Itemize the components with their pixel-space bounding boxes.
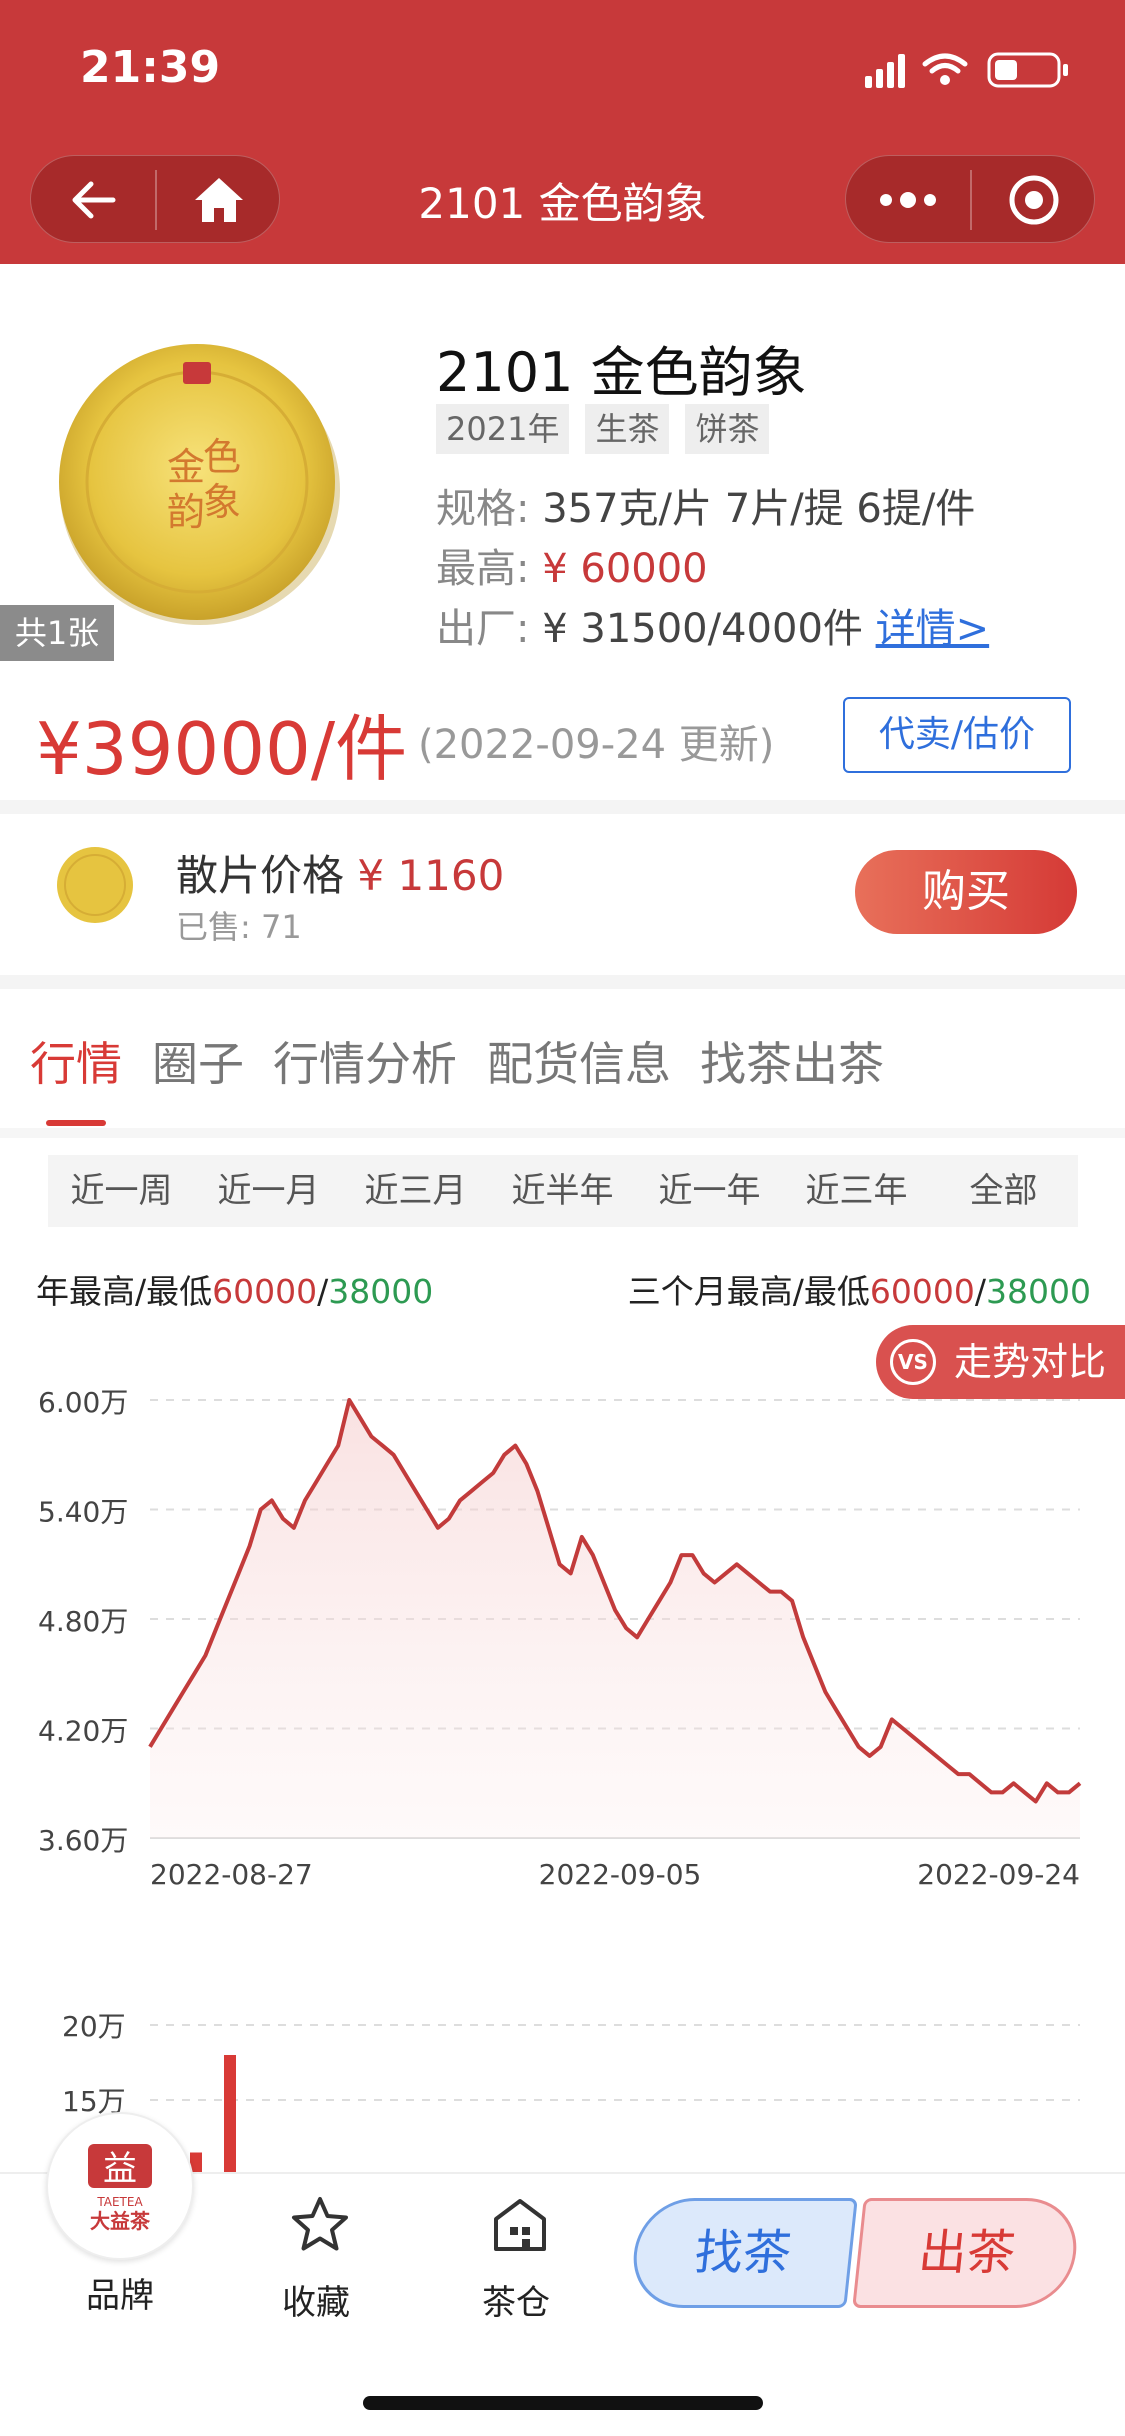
x-tick-label: 2022-08-27 (150, 1858, 313, 1891)
find-tea-button[interactable]: 找茶 (628, 2198, 858, 2308)
status-time: 21:39 (80, 42, 221, 93)
home-indicator (363, 2396, 763, 2410)
factory-price-line: 出厂: ¥ 31500/4000件 详情> (436, 596, 989, 654)
range-year[interactable]: 近一年 (636, 1155, 783, 1227)
range-three-years[interactable]: 近三年 (783, 1155, 930, 1227)
product-image[interactable]: 金 色 韵 象 (55, 340, 345, 630)
range-month[interactable]: 近一月 (195, 1155, 342, 1227)
tab-analysis[interactable]: 行情分析 (273, 1028, 457, 1094)
warehouse-label: 茶仓 (482, 2283, 550, 2323)
product-tags: 2021年 生茶 饼茶 (436, 404, 770, 454)
tag-year: 2021年 (436, 404, 570, 454)
consign-estimate-button[interactable]: 代卖/估价 (843, 697, 1071, 773)
three-month-high: 60000 (869, 1272, 975, 1311)
volume-bar (224, 2055, 236, 2175)
trend-compare-button[interactable]: VS 走势对比 (876, 1325, 1125, 1399)
x-tick-label: 2022-09-05 (539, 1858, 702, 1891)
factory-label: 出厂: (436, 606, 530, 652)
spec-label: 规格: (436, 486, 530, 532)
buy-button[interactable]: 购买 (855, 850, 1077, 934)
nav-capsule-right (845, 155, 1095, 243)
time-range-selector: 近一周 近一月 近三月 近半年 近一年 近三年 全部 (48, 1155, 1078, 1227)
y-tick-label: 5.40万 (38, 1496, 128, 1529)
year-label: 年最高/最低 (36, 1272, 213, 1311)
y-tick-label: 3.60万 (38, 1824, 128, 1857)
svg-text:益: 益 (103, 2149, 137, 2189)
price-trend-chart[interactable]: 6.00万 5.40万 4.80万 4.20万 3.60万 2022-08-27 2022-… (0, 1360, 1125, 1900)
svg-text:大益茶: 大益茶 (90, 2209, 151, 2233)
y-tick-label: 20万 (62, 2010, 126, 2043)
tab-allocation[interactable]: 配货信息 (487, 1028, 671, 1094)
details-link[interactable]: 详情> (876, 606, 990, 652)
favorite-label: 收藏 (282, 2283, 350, 2323)
range-half-year[interactable]: 近半年 (489, 1155, 636, 1227)
product-title: 2101 金色韵象 (436, 341, 807, 404)
svg-text:象: 象 (203, 480, 241, 524)
range-three-months[interactable]: 近三月 (342, 1155, 489, 1227)
y-tick-label: 4.20万 (38, 1715, 128, 1748)
status-icons (865, 52, 1068, 88)
battery-icon (987, 52, 1068, 88)
signal-icon (865, 76, 872, 88)
max-price-line: 最高: ¥ 60000 (436, 536, 708, 594)
tab-find-sell[interactable]: 找茶出茶 (700, 1028, 884, 1094)
loose-price-label: 散片价格 (176, 851, 345, 900)
section-divider (0, 800, 1125, 814)
active-tab-indicator (46, 1120, 106, 1126)
warehouse-icon (494, 2199, 546, 2251)
loose-piece-image (57, 847, 133, 923)
year-high: 60000 (212, 1272, 318, 1311)
wifi-icon (922, 53, 968, 85)
three-month-low: 38000 (986, 1272, 1091, 1311)
max-label: 最高: (436, 546, 530, 592)
header-bar: 21:39 2101 金色韵象 (0, 0, 1125, 264)
sold-count: 已售: 71 (176, 908, 302, 946)
y-tick-label: 6.00万 (38, 1386, 128, 1419)
x-tick-label: 2022-09-24 (917, 1858, 1080, 1891)
svg-text:韵: 韵 (167, 490, 205, 534)
current-price: ¥39000/件 (36, 707, 408, 791)
range-week[interactable]: 近一周 (48, 1155, 195, 1227)
loose-price-value: ¥ 1160 (357, 851, 505, 900)
target-circle-icon (1009, 175, 1059, 225)
sell-tea-button[interactable]: 出茶 (852, 2198, 1082, 2308)
three-month-label: 三个月最高/最低 (627, 1272, 870, 1311)
star-icon (292, 2197, 348, 2251)
trend-compare-label: 走势对比 (954, 1340, 1107, 1384)
section-divider (0, 1128, 1125, 1138)
spec-line: 规格: 357克/片 7片/提 6提/件 (436, 476, 975, 534)
slash: / (974, 1272, 987, 1311)
year-high-low: 年最高/最低60000/38000 (36, 1265, 433, 1313)
slash: / (317, 1272, 329, 1311)
max-value: ¥ 60000 (542, 546, 708, 592)
more-button[interactable] (846, 156, 970, 244)
tag-form: 饼茶 (685, 404, 770, 454)
loose-price-line: 散片价格 ¥ 1160 (176, 842, 504, 903)
close-miniprogram-button[interactable] (972, 156, 1096, 244)
favorite-button[interactable]: 收藏 (270, 2195, 370, 2325)
main-tabs: 行情 圈子 行情分析 配货信息 找茶出茶 (0, 1020, 1125, 1130)
factory-value: ¥ 31500/4000件 (542, 606, 863, 652)
svg-text:TAETEA: TAETEA (96, 2195, 143, 2209)
section-divider (0, 975, 1125, 989)
taetea-logo-icon: 益 TAETEA 大益茶 (88, 2144, 152, 2233)
y-tick-label: 4.80万 (38, 1605, 128, 1638)
svg-text:金: 金 (167, 445, 205, 489)
range-all[interactable]: 全部 (930, 1155, 1077, 1227)
update-note: (2022-09-24 更新) (418, 722, 775, 768)
more-dots-icon (880, 192, 936, 208)
spec-value: 357克/片 7片/提 6提/件 (542, 486, 976, 532)
brand-logo[interactable]: 益 TAETEA 大益茶 (46, 2112, 194, 2260)
tag-tea-type: 生茶 (585, 404, 670, 454)
year-low: 38000 (328, 1272, 434, 1311)
warehouse-button[interactable]: 茶仓 (470, 2195, 570, 2325)
vs-icon: VS (890, 1339, 936, 1385)
svg-text:色: 色 (203, 435, 241, 479)
tab-circle[interactable]: 圈子 (152, 1028, 244, 1094)
tab-market[interactable]: 行情 (30, 1028, 122, 1094)
image-count-badge: 共1张 (0, 605, 114, 661)
three-month-high-low: 三个月最高/最低60000/38000 (628, 1265, 1091, 1313)
brand-label[interactable]: 品牌 (82, 2268, 158, 2317)
